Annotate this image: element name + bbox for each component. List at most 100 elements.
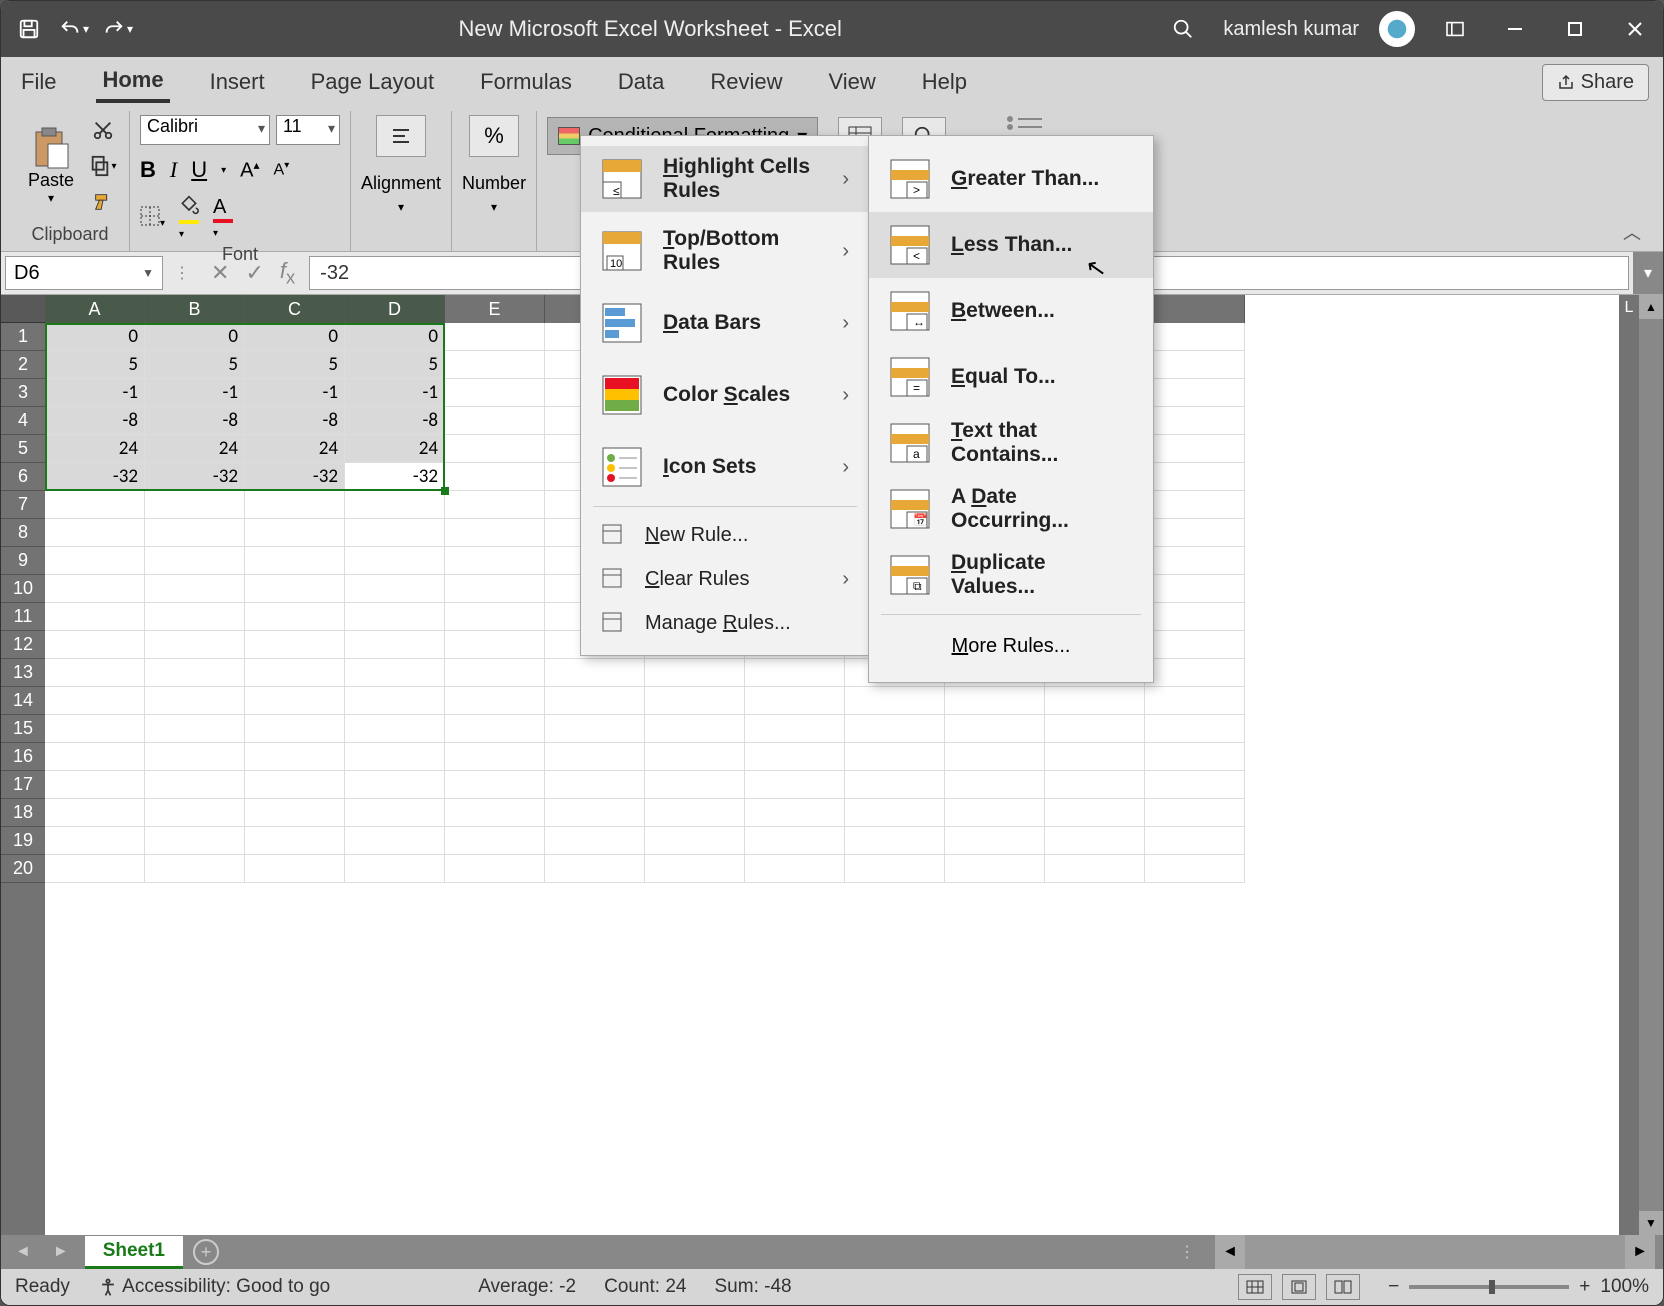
cell[interactable]: -32: [245, 463, 345, 491]
cell[interactable]: [1045, 743, 1145, 771]
menu-item-top-bottom-rules[interactable]: 10Top/Bottom Rules›: [581, 218, 869, 284]
cell[interactable]: [345, 743, 445, 771]
row-header[interactable]: 13: [1, 659, 45, 687]
row-header[interactable]: 9: [1, 547, 45, 575]
tab-review[interactable]: Review: [704, 63, 788, 101]
cell[interactable]: [545, 827, 645, 855]
cell[interactable]: [145, 491, 245, 519]
menu-item-between-[interactable]: ↔Between...: [869, 278, 1153, 344]
borders-button[interactable]: ▾: [140, 206, 165, 231]
undo-icon[interactable]: ▾: [53, 9, 93, 49]
cell[interactable]: [445, 603, 545, 631]
cell[interactable]: [145, 547, 245, 575]
cell[interactable]: [45, 491, 145, 519]
cell[interactable]: [445, 323, 545, 351]
cell[interactable]: -1: [145, 379, 245, 407]
cell[interactable]: [45, 799, 145, 827]
row-header[interactable]: 7: [1, 491, 45, 519]
cell[interactable]: [45, 631, 145, 659]
font-size-select[interactable]: 11: [276, 115, 340, 145]
cell[interactable]: [445, 827, 545, 855]
sheet-nav-prev-icon[interactable]: ◄: [9, 1243, 37, 1261]
fill-color-button[interactable]: ▾: [179, 195, 199, 242]
cell[interactable]: [145, 603, 245, 631]
cell[interactable]: [145, 855, 245, 883]
column-header[interactable]: D: [345, 295, 445, 323]
menu-item-duplicate-values-[interactable]: ⧉Duplicate Values...: [869, 542, 1153, 608]
cell[interactable]: [445, 407, 545, 435]
cell[interactable]: [745, 855, 845, 883]
cell[interactable]: [1045, 799, 1145, 827]
cell[interactable]: [45, 519, 145, 547]
cell[interactable]: -1: [245, 379, 345, 407]
column-header[interactable]: C: [245, 295, 345, 323]
row-header[interactable]: 2: [1, 351, 45, 379]
cell[interactable]: [345, 603, 445, 631]
paste-button[interactable]: Paste ▾: [21, 115, 81, 215]
page-break-view-icon[interactable]: [1326, 1274, 1360, 1300]
cell[interactable]: [845, 827, 945, 855]
row-header[interactable]: 16: [1, 743, 45, 771]
cell[interactable]: [1145, 407, 1245, 435]
zoom-in-button[interactable]: +: [1579, 1276, 1590, 1298]
cell[interactable]: [345, 687, 445, 715]
cell[interactable]: [445, 743, 545, 771]
cell[interactable]: [1145, 715, 1245, 743]
menu-item-less-than-[interactable]: <Less Than...: [869, 212, 1153, 278]
normal-view-icon[interactable]: [1238, 1274, 1272, 1300]
cell[interactable]: [1145, 799, 1245, 827]
menu-item-manage-rules-[interactable]: Manage Rules...: [581, 601, 869, 645]
cell[interactable]: [1145, 659, 1245, 687]
cell[interactable]: 5: [345, 351, 445, 379]
close-icon[interactable]: [1615, 9, 1655, 49]
cell[interactable]: [45, 659, 145, 687]
user-name[interactable]: kamlesh kumar: [1223, 18, 1359, 41]
cell[interactable]: [145, 631, 245, 659]
tab-view[interactable]: View: [822, 63, 881, 101]
scroll-up-icon[interactable]: ▲: [1639, 295, 1663, 319]
cell[interactable]: [645, 827, 745, 855]
cell[interactable]: [1145, 855, 1245, 883]
cell[interactable]: [245, 547, 345, 575]
collapse-ribbon-icon[interactable]: ︿: [1611, 213, 1653, 251]
cell[interactable]: [445, 575, 545, 603]
cell[interactable]: 24: [345, 435, 445, 463]
cell[interactable]: [245, 855, 345, 883]
cell[interactable]: [145, 827, 245, 855]
cell[interactable]: [1145, 575, 1245, 603]
cell[interactable]: -32: [145, 463, 245, 491]
italic-button[interactable]: I: [170, 157, 177, 183]
cell[interactable]: [1145, 463, 1245, 491]
cell[interactable]: [1145, 771, 1245, 799]
row-header[interactable]: 11: [1, 603, 45, 631]
cell[interactable]: [445, 519, 545, 547]
alignment-button[interactable]: [376, 115, 426, 157]
tab-page-layout[interactable]: Page Layout: [305, 63, 441, 101]
cell[interactable]: [245, 827, 345, 855]
cell[interactable]: [645, 659, 745, 687]
cell[interactable]: [245, 687, 345, 715]
cell[interactable]: -8: [245, 407, 345, 435]
cell[interactable]: [645, 799, 745, 827]
cell[interactable]: [845, 687, 945, 715]
tab-insert[interactable]: Insert: [204, 63, 271, 101]
menu-item-clear-rules[interactable]: Clear Rules›: [581, 557, 869, 601]
menu-item-data-bars[interactable]: Data Bars›: [581, 290, 869, 356]
row-header[interactable]: 1: [1, 323, 45, 351]
cell[interactable]: [1145, 603, 1245, 631]
cell[interactable]: [145, 799, 245, 827]
tab-home[interactable]: Home: [96, 61, 169, 103]
cell[interactable]: [145, 743, 245, 771]
cell[interactable]: 0: [145, 323, 245, 351]
font-name-select[interactable]: Calibri: [140, 115, 270, 145]
cell[interactable]: [445, 771, 545, 799]
cell[interactable]: [45, 743, 145, 771]
cell[interactable]: [945, 827, 1045, 855]
cell[interactable]: [745, 827, 845, 855]
cell[interactable]: [345, 855, 445, 883]
cell[interactable]: 0: [245, 323, 345, 351]
cell[interactable]: [345, 575, 445, 603]
cell[interactable]: [945, 771, 1045, 799]
cell[interactable]: 5: [145, 351, 245, 379]
bullets-icon[interactable]: [1006, 115, 1046, 131]
